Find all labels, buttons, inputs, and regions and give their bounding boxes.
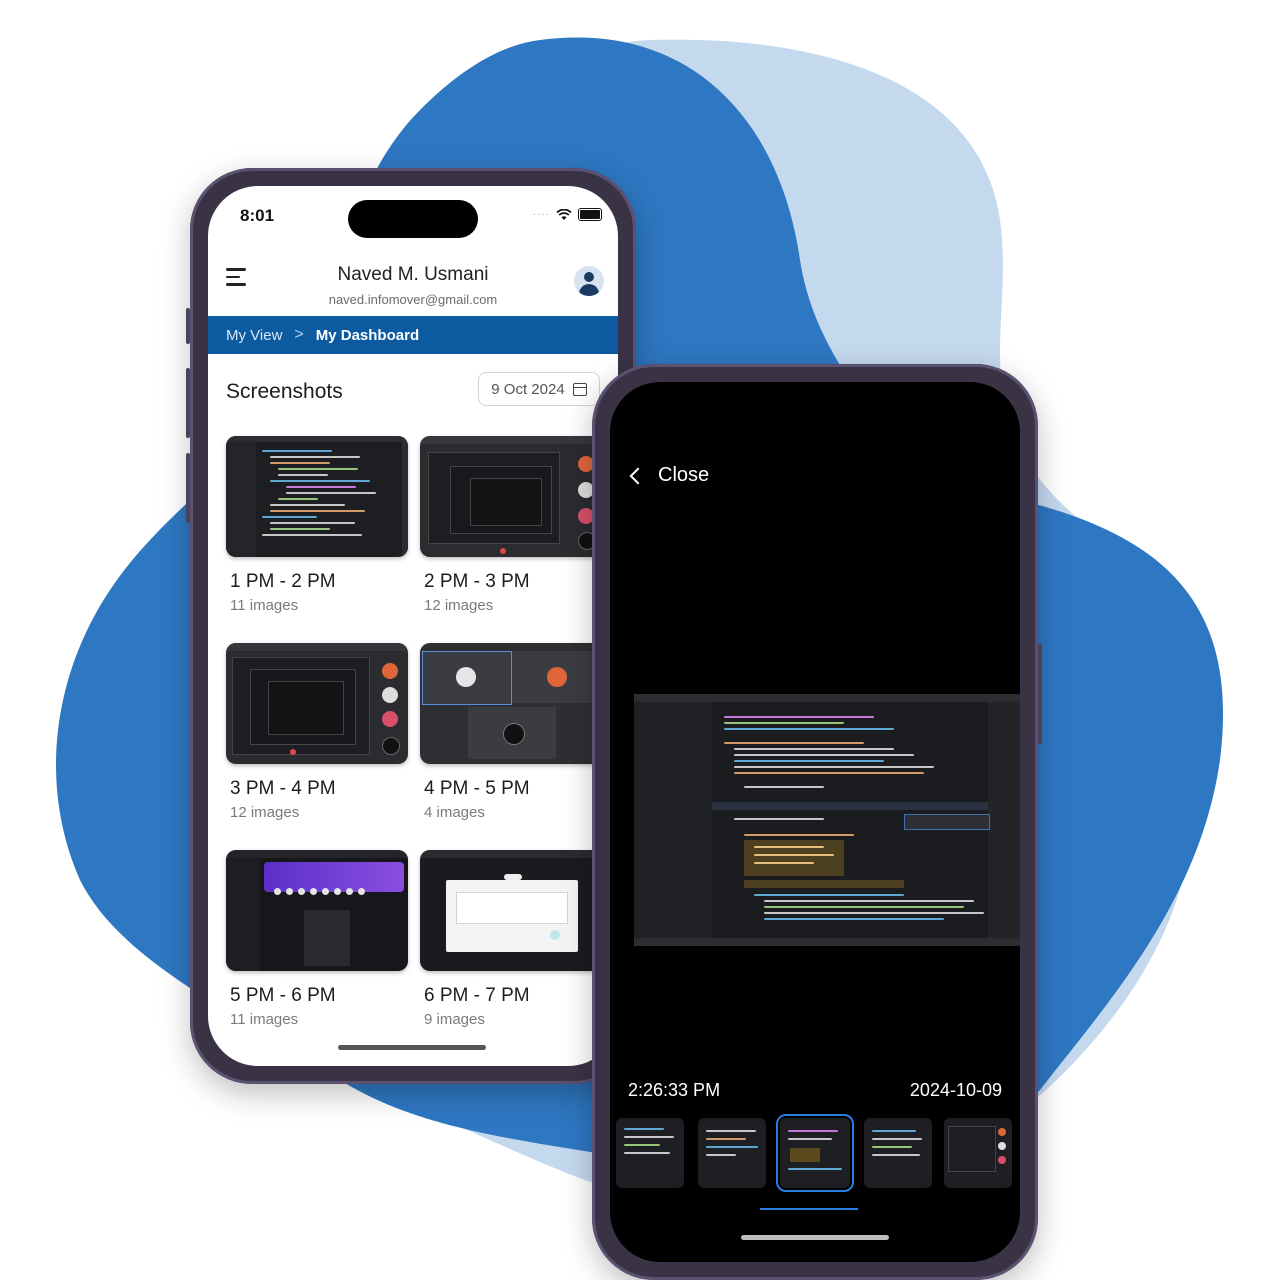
user-name: Naved M. Usmani bbox=[337, 264, 489, 285]
group-image-count: 11 images bbox=[230, 1011, 299, 1028]
screenshot-group-card[interactable]: 1 PM - 2 PM 11 images bbox=[226, 436, 408, 614]
screenshot-preview[interactable] bbox=[634, 694, 1020, 946]
date-picker-value: 9 Oct 2024 bbox=[491, 380, 565, 398]
status-time: 8:01 bbox=[240, 206, 275, 225]
screenshot-group-card[interactable]: 4 PM - 5 PM 4 images bbox=[420, 643, 602, 821]
screenshot-group-card[interactable]: 5 PM - 6 PM 11 images bbox=[226, 850, 408, 1028]
screenshot-group-card[interactable]: 6 PM - 7 PM 9 images bbox=[420, 850, 602, 1028]
wifi-icon bbox=[556, 208, 572, 220]
group-image-count: 11 images bbox=[230, 597, 299, 614]
group-time-label: 4 PM - 5 PM bbox=[424, 778, 530, 799]
user-avatar-icon[interactable] bbox=[574, 266, 604, 296]
dynamic-island bbox=[750, 396, 880, 434]
screenshot-thumbnail[interactable] bbox=[226, 850, 408, 971]
status-icons: ···· bbox=[533, 208, 602, 221]
calendar-icon bbox=[572, 382, 587, 396]
group-image-count: 9 images bbox=[424, 1011, 485, 1028]
filmstrip-thumbnail[interactable] bbox=[698, 1118, 766, 1188]
capture-time: 2:26:33 PM bbox=[628, 1080, 721, 1100]
screenshot-thumbnail[interactable] bbox=[226, 436, 408, 557]
home-indicator[interactable] bbox=[741, 1235, 889, 1240]
breadcrumb: My View > My Dashboard bbox=[208, 316, 618, 354]
filmstrip-thumbnail-selected[interactable] bbox=[776, 1114, 854, 1192]
breadcrumb-my-dashboard: My Dashboard bbox=[315, 326, 420, 344]
group-time-label: 6 PM - 7 PM bbox=[424, 985, 530, 1006]
group-image-count: 4 images bbox=[424, 804, 485, 821]
close-button[interactable]: Close bbox=[629, 464, 710, 487]
screenshot-thumbnail[interactable] bbox=[420, 436, 602, 557]
date-picker-button[interactable]: 9 Oct 2024 bbox=[478, 372, 600, 406]
home-indicator[interactable] bbox=[338, 1045, 486, 1050]
chevron-left-icon bbox=[629, 467, 647, 484]
battery-icon bbox=[578, 208, 602, 221]
group-time-label: 3 PM - 4 PM bbox=[230, 778, 336, 799]
phone-viewer: Close 2:26:33 PM 2024-10-09 bbox=[592, 364, 1042, 1280]
signal-icon: ···· bbox=[532, 209, 550, 220]
user-email: naved.infomover@gmail.com bbox=[328, 292, 498, 307]
screenshot-thumbnail[interactable] bbox=[420, 850, 602, 971]
viewer-screen: Close 2:26:33 PM 2024-10-09 bbox=[610, 382, 1020, 1262]
screenshot-group-card[interactable]: 3 PM - 4 PM 12 images bbox=[226, 643, 408, 821]
screenshot-group-card[interactable]: 2 PM - 3 PM 12 images bbox=[420, 436, 602, 614]
screenshot-thumbnail[interactable] bbox=[420, 643, 602, 764]
dynamic-island bbox=[348, 200, 478, 238]
group-time-label: 2 PM - 3 PM bbox=[424, 571, 530, 592]
close-label: Close bbox=[658, 464, 710, 486]
filmstrip-thumbnail[interactable] bbox=[944, 1118, 1012, 1188]
group-time-label: 1 PM - 2 PM bbox=[230, 571, 336, 592]
phone-dashboard: 8:01 ···· Naved M. Usmani naved.infomove… bbox=[186, 168, 640, 1084]
screenshots-title: Screenshots bbox=[226, 380, 343, 403]
breadcrumb-my-view[interactable]: My View bbox=[226, 327, 282, 344]
breadcrumb-separator: > bbox=[294, 326, 304, 343]
group-image-count: 12 images bbox=[424, 597, 494, 614]
filmstrip-thumbnail[interactable] bbox=[864, 1118, 932, 1188]
app-header: Naved M. Usmani naved.infomover@gmail.co… bbox=[208, 246, 618, 316]
screenshot-thumbnail[interactable] bbox=[226, 643, 408, 764]
group-time-label: 5 PM - 6 PM bbox=[230, 985, 336, 1006]
filmstrip-thumbnail[interactable] bbox=[616, 1118, 684, 1188]
dashboard-screen: 8:01 ···· Naved M. Usmani naved.infomove… bbox=[208, 186, 618, 1066]
group-image-count: 12 images bbox=[230, 804, 300, 821]
filmstrip-position-indicator bbox=[760, 1208, 858, 1210]
capture-date: 2024-10-09 bbox=[909, 1080, 1002, 1100]
